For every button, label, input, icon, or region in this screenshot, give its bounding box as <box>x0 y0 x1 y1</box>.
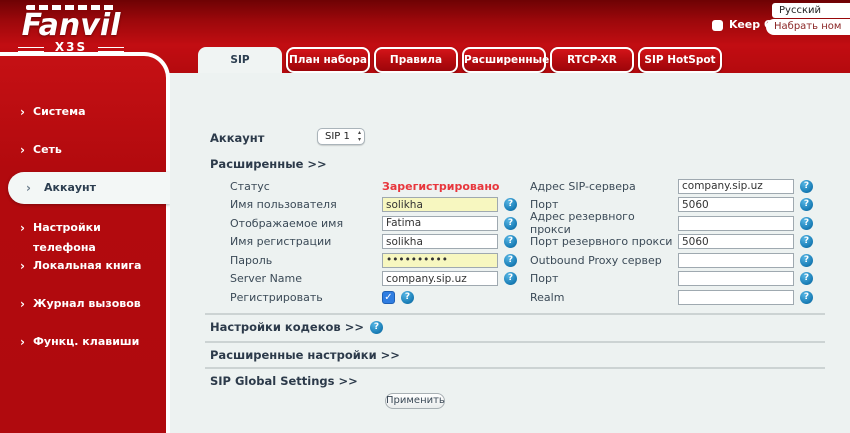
tab-bar: SIP План набора Правила набора Расширенн… <box>198 47 722 74</box>
row-sip-server-address: Адрес SIP-сервера ? <box>530 177 830 196</box>
row-username: Имя пользователя ? <box>230 196 530 215</box>
form-column-left: Статус Зарегистрировано Имя пользователя… <box>230 177 530 307</box>
status-value: Зарегистрировано <box>382 180 499 193</box>
help-icon[interactable]: ? <box>800 272 813 285</box>
section-basic-settings[interactable]: Расширенные >> <box>210 157 327 171</box>
backup-proxy-address-input[interactable] <box>678 216 794 231</box>
apply-button[interactable]: Применить <box>385 393 445 409</box>
row-outbound-proxy: Outbound Proxy сервер ? <box>530 251 830 270</box>
row-register-name: Имя регистрации ? <box>230 233 530 252</box>
outbound-proxy-port-input[interactable] <box>678 271 794 286</box>
chevron-right-icon: › <box>20 103 25 121</box>
tab-advanced[interactable]: Расширенные <box>462 47 546 73</box>
sidebar-item-call-log[interactable]: › Журнал вызовов <box>0 294 166 314</box>
logo-text: Fanvil <box>16 11 126 41</box>
display-name-input[interactable] <box>382 216 498 231</box>
help-icon[interactable]: ? <box>504 198 517 211</box>
tab-sip-hotspot[interactable]: SIP HotSpot <box>638 47 722 73</box>
row-status: Статус Зарегистрировано <box>230 177 530 196</box>
dial-number-input[interactable] <box>766 19 850 35</box>
realm-input[interactable] <box>678 290 794 305</box>
help-icon[interactable]: ? <box>370 321 383 334</box>
chevron-right-icon: › <box>20 219 25 237</box>
row-password: Пароль ? <box>230 251 530 270</box>
help-icon[interactable]: ? <box>504 235 517 248</box>
sip-server-address-input[interactable] <box>678 179 794 194</box>
sidebar: › Система › Сеть › Аккаунт › Настройки т… <box>0 52 170 433</box>
section-advanced-settings[interactable]: Расширенные настройки >> <box>210 348 400 362</box>
divider <box>205 341 825 343</box>
outbound-proxy-input[interactable] <box>678 253 794 268</box>
row-display-name: Отображаемое имя ? <box>230 214 530 233</box>
tab-dial-plan[interactable]: План набора <box>286 47 370 73</box>
section-sip-global[interactable]: SIP Global Settings >> <box>210 374 358 388</box>
account-select[interactable]: SIP 1 ▴▾ <box>317 128 365 145</box>
keep-online-checkbox[interactable] <box>712 20 723 31</box>
account-label: Аккаунт <box>210 131 264 145</box>
select-arrows-icon: ▴▾ <box>358 129 361 143</box>
sidebar-item-system[interactable]: › Система <box>0 102 166 122</box>
section-codecs[interactable]: Настройки кодеков >> ? <box>210 320 383 334</box>
form-column-right: Адрес SIP-сервера ? Порт ? Адрес резервн… <box>530 177 830 307</box>
password-input[interactable] <box>382 253 498 268</box>
help-icon[interactable]: ? <box>401 291 414 304</box>
username-input[interactable] <box>382 197 498 212</box>
register-name-input[interactable] <box>382 234 498 249</box>
help-icon[interactable]: ? <box>800 180 813 193</box>
main-content: Аккаунт SIP 1 ▴▾ Расширенные >> Статус З… <box>170 73 850 433</box>
sidebar-item-account[interactable]: › Аккаунт <box>8 172 170 204</box>
server-name-input[interactable] <box>382 271 498 286</box>
backup-proxy-port-input[interactable] <box>678 234 794 249</box>
chevron-right-icon: › <box>20 333 25 351</box>
chevron-right-icon: › <box>20 257 25 275</box>
chevron-right-icon: › <box>20 295 25 313</box>
help-icon[interactable]: ? <box>504 254 517 267</box>
language-select[interactable]: Русский <box>772 3 850 18</box>
help-icon[interactable]: ? <box>800 198 813 211</box>
help-icon[interactable]: ? <box>800 235 813 248</box>
tab-rtcp-xr[interactable]: RTCP-XR <box>550 47 634 73</box>
help-icon[interactable]: ? <box>800 217 813 230</box>
help-icon[interactable]: ? <box>800 291 813 304</box>
fanvil-logo[interactable]: Fanvil X3S <box>16 5 126 54</box>
divider <box>205 367 825 369</box>
register-checkbox[interactable]: ✓ <box>382 291 395 304</box>
divider <box>205 313 825 315</box>
sidebar-item-phonebook[interactable]: › Локальная книга <box>0 256 166 276</box>
sidebar-item-function-keys[interactable]: › Функц. клавиши <box>0 332 166 352</box>
row-outbound-proxy-port: Порт ? <box>530 270 830 289</box>
help-icon[interactable]: ? <box>504 272 517 285</box>
tab-dial-rules[interactable]: Правила набора <box>374 47 458 73</box>
sip-server-port-input[interactable] <box>678 197 794 212</box>
row-register: Регистрировать ✓ ? <box>230 288 530 307</box>
help-icon[interactable]: ? <box>800 254 813 267</box>
chevron-right-icon: › <box>20 141 25 159</box>
row-backup-proxy-address: Адрес резервного прокси ? <box>530 214 830 233</box>
row-realm: Realm ? <box>530 288 830 307</box>
sidebar-item-phone-settings[interactable]: › Настройки телефона <box>0 218 166 238</box>
row-backup-proxy-port: Порт резервного прокси ? <box>530 233 830 252</box>
tab-sip[interactable]: SIP <box>198 47 282 74</box>
help-icon[interactable]: ? <box>504 217 517 230</box>
row-server-name: Server Name ? <box>230 270 530 289</box>
chevron-right-icon: › <box>26 179 31 197</box>
sidebar-item-network[interactable]: › Сеть <box>0 140 166 160</box>
